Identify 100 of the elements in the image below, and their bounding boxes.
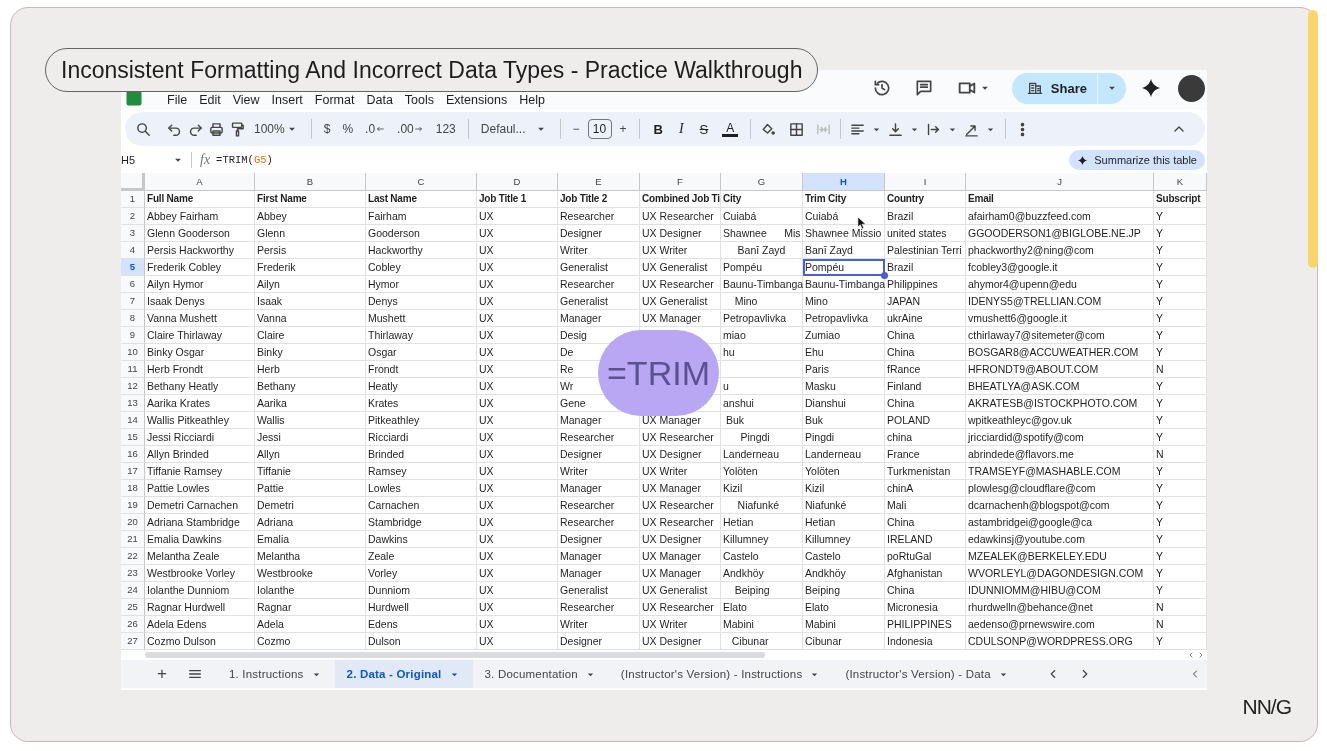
table-cell[interactable]: Wallis: [255, 412, 366, 429]
table-cell[interactable]: UX: [477, 344, 558, 361]
table-cell[interactable]: Y: [1154, 429, 1207, 446]
sheet-tab[interactable]: (Instructor's Version) - Data: [833, 660, 1022, 688]
header-cell[interactable]: Country: [885, 191, 966, 208]
menu-item[interactable]: Edit: [193, 93, 227, 107]
table-cell[interactable]: Demetri Carnachen: [145, 497, 255, 514]
table-cell[interactable]: Tiffanie: [255, 463, 366, 480]
table-cell[interactable]: Pompéu: [721, 259, 803, 276]
row-number[interactable]: 22: [121, 548, 145, 565]
table-cell[interactable]: edawkinsj@youtube.com: [966, 531, 1154, 548]
header-cell[interactable]: Combined Job Ti: [640, 191, 721, 208]
menu-item[interactable]: Extensions: [440, 93, 514, 107]
table-cell[interactable]: UX Researcher: [640, 429, 721, 446]
table-cell[interactable]: Wallis Pitkeathley: [145, 412, 255, 429]
table-cell[interactable]: Westbrooke: [255, 565, 366, 582]
table-cell[interactable]: Elato: [721, 599, 803, 616]
table-cell[interactable]: UX: [477, 565, 558, 582]
table-cell[interactable]: Glenn Gooderson: [145, 225, 255, 242]
table-cell[interactable]: MZEALEK@BERKELEY.EDU: [966, 548, 1154, 565]
increase-font-button[interactable]: +: [615, 122, 631, 136]
table-cell[interactable]: Demetri: [255, 497, 366, 514]
table-cell[interactable]: UX: [477, 361, 558, 378]
table-cell[interactable]: Ailyn Hymor: [145, 276, 255, 293]
table-cell[interactable]: Mino: [803, 293, 885, 310]
table-cell[interactable]: Mushett: [366, 310, 477, 327]
table-cell[interactable]: UX Designer: [640, 633, 721, 650]
table-cell[interactable]: UX: [477, 599, 558, 616]
table-cell[interactable]: IRELAND: [885, 531, 966, 548]
table-cell[interactable]: UX: [477, 259, 558, 276]
table-cell[interactable]: UX: [477, 480, 558, 497]
table-cell[interactable]: Ragnar Hurdwell: [145, 599, 255, 616]
text-color-button[interactable]: A: [722, 121, 739, 137]
table-cell[interactable]: Westbrooke Vorley: [145, 565, 255, 582]
table-cell[interactable]: Writer: [558, 242, 640, 259]
table-cell[interactable]: Emalia Dawkins: [145, 531, 255, 548]
table-cell[interactable]: Mabini: [803, 616, 885, 633]
avatar[interactable]: [1178, 74, 1205, 102]
row-number[interactable]: 11: [121, 361, 145, 378]
row-number[interactable]: 15: [121, 429, 145, 446]
table-cell[interactable]: Manager: [558, 480, 640, 497]
table-cell[interactable]: UX: [477, 446, 558, 463]
table-cell[interactable]: Carnachen: [366, 497, 477, 514]
table-cell[interactable]: Castelo: [803, 548, 885, 565]
sheet-tab[interactable]: 3. Documentation: [472, 660, 609, 688]
table-cell[interactable]: fRance: [885, 361, 966, 378]
table-cell[interactable]: Buk: [721, 412, 803, 429]
table-cell[interactable]: UX: [477, 293, 558, 310]
table-cell[interactable]: Pattie: [255, 480, 366, 497]
borders-icon[interactable]: [788, 120, 806, 138]
table-cell[interactable]: France: [885, 446, 966, 463]
row-number[interactable]: 10: [121, 344, 145, 361]
table-cell[interactable]: N: [1154, 446, 1207, 463]
table-cell[interactable]: Ramsey: [366, 463, 477, 480]
table-cell[interactable]: N: [1154, 361, 1207, 378]
table-cell[interactable]: Persis: [255, 242, 366, 259]
table-cell[interactable]: UX: [477, 242, 558, 259]
column-header[interactable]: E: [558, 173, 640, 191]
currency-button[interactable]: $: [319, 122, 335, 136]
row-number[interactable]: 24: [121, 582, 145, 599]
header-cell[interactable]: Email: [966, 191, 1154, 208]
table-cell[interactable]: Petropavlivka: [803, 310, 885, 327]
table-cell[interactable]: Abbey Fairham: [145, 208, 255, 225]
table-cell[interactable]: Petropavlivka: [721, 310, 803, 327]
row-number[interactable]: 6: [121, 276, 145, 293]
table-cell[interactable]: WVORLEYL@DAGONDESIGN.COM: [966, 565, 1154, 582]
table-cell[interactable]: Denys: [366, 293, 477, 310]
table-cell[interactable]: UX Writer: [640, 242, 721, 259]
table-cell[interactable]: Dianshui: [803, 395, 885, 412]
table-cell[interactable]: Banī Zayd: [803, 242, 885, 259]
table-cell[interactable]: UX Designer: [640, 225, 721, 242]
table-cell[interactable]: UX: [477, 582, 558, 599]
table-cell[interactable]: Krates: [366, 395, 477, 412]
table-cell[interactable]: UX: [477, 514, 558, 531]
table-cell[interactable]: Brazil: [885, 208, 966, 225]
table-cell[interactable]: UX: [477, 616, 558, 633]
menu-item[interactable]: Help: [513, 93, 551, 107]
header-cell[interactable]: Full Name: [145, 191, 255, 208]
table-cell[interactable]: afairham0@buzzfeed.com: [966, 208, 1154, 225]
row-number[interactable]: 9: [121, 327, 145, 344]
table-cell[interactable]: rhurdwelln@behance@net: [966, 599, 1154, 616]
table-cell[interactable]: vmushett6@google.it: [966, 310, 1154, 327]
table-cell[interactable]: poRtuGal: [885, 548, 966, 565]
table-cell[interactable]: Y: [1154, 582, 1207, 599]
table-cell[interactable]: Designer: [558, 531, 640, 548]
table-cell[interactable]: China: [885, 327, 966, 344]
table-cell[interactable]: Binky: [255, 344, 366, 361]
table-cell[interactable]: TRAMSEYF@MASHABLE.COM: [966, 463, 1154, 480]
table-cell[interactable]: Persis Hackworthy: [145, 242, 255, 259]
table-cell[interactable]: Writer: [558, 616, 640, 633]
table-cell[interactable]: Buk: [803, 412, 885, 429]
table-cell[interactable]: Aarika Krates: [145, 395, 255, 412]
table-cell[interactable]: POLAND: [885, 412, 966, 429]
table-cell[interactable]: [721, 361, 803, 378]
font-size-field[interactable]: 10: [587, 119, 612, 139]
menu-item[interactable]: File: [161, 93, 194, 107]
table-cell[interactable]: Researcher: [558, 497, 640, 514]
table-cell[interactable]: Researcher: [558, 276, 640, 293]
table-cell[interactable]: Y: [1154, 412, 1207, 429]
table-cell[interactable]: Designer: [558, 446, 640, 463]
